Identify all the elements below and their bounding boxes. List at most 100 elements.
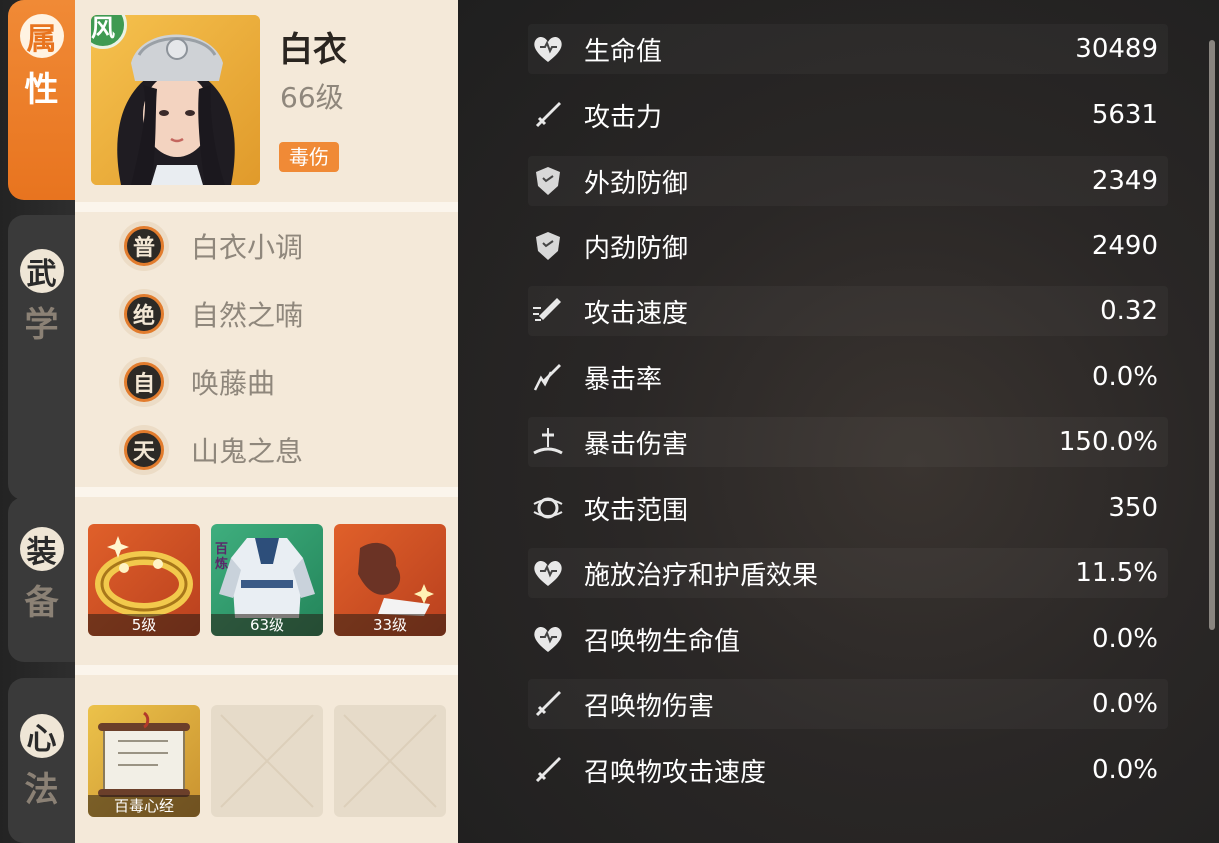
skill-name: 自然之喃 [191, 299, 304, 332]
shield-icon [528, 226, 568, 266]
skill-type-badge: 普 [119, 221, 169, 271]
tab-martial-arts-char2: 学 [24, 305, 59, 345]
stat-name: 召唤物攻击速度 [584, 757, 767, 788]
character-portrait[interactable]: 风 [91, 15, 260, 185]
skill-item[interactable]: 自 唤藤曲 [119, 356, 275, 408]
stat-name: 施放治疗和护盾效果 [584, 560, 819, 591]
damage-type-tag: 毒伤 [279, 142, 339, 172]
stat-name: 攻击速度 [584, 298, 689, 329]
sword-icon [528, 95, 568, 135]
stat-value: 2349 [1091, 166, 1158, 196]
skill-badge-label: 天 [124, 430, 164, 470]
tab-equipment-char1: 装 [19, 527, 64, 571]
stat-name: 攻击范围 [584, 495, 689, 526]
stat-row: 攻击范围 350 [528, 483, 1168, 533]
skill-badge-label: 绝 [124, 294, 164, 334]
stat-row: 暴击伤害 150.0% [528, 417, 1168, 467]
stat-name: 暴击伤害 [584, 429, 689, 460]
tab-martial-arts[interactable]: 武 学 [8, 215, 75, 500]
stat-row: 攻击速度 0.32 [528, 286, 1168, 336]
heart-icon [528, 553, 568, 593]
skill-name: 唤藤曲 [191, 367, 276, 400]
tab-mind-method-char1: 心 [19, 714, 64, 758]
sword-icon [528, 750, 568, 790]
stat-value: 11.5% [1075, 558, 1158, 588]
stat-row: 生命值 30489 [528, 24, 1168, 74]
stat-value: 30489 [1075, 34, 1158, 64]
sword-icon [528, 684, 568, 724]
skill-type-badge: 自 [119, 357, 169, 407]
stat-name: 外劲防御 [584, 168, 689, 199]
tab-mind-method-char2: 法 [24, 770, 59, 810]
skill-type-badge: 绝 [119, 289, 169, 339]
skill-item[interactable]: 普 白衣小调 [119, 220, 303, 272]
equipment-level: 63级 [211, 614, 323, 636]
skill-badge-label: 自 [124, 362, 164, 402]
stat-value: 0.0% [1091, 362, 1158, 392]
tab-equipment[interactable]: 装 备 [8, 497, 75, 662]
section-divider [75, 487, 458, 497]
stat-name: 生命值 [584, 36, 663, 67]
stat-row: 攻击力 5631 [528, 90, 1168, 140]
stats-scrollbar[interactable] [1209, 40, 1215, 630]
stat-row: 暴击率 0.0% [528, 352, 1168, 402]
tab-martial-arts-char1: 武 [19, 249, 64, 293]
stat-value: 0.0% [1091, 689, 1158, 719]
mind-method-slot-empty[interactable] [211, 705, 323, 817]
heart-icon [528, 619, 568, 659]
heart-icon [528, 29, 568, 69]
equipment-slot-armor[interactable]: 百炼 63级 [211, 524, 323, 636]
equipment-slot-bracelet[interactable]: 5级 [88, 524, 200, 636]
stat-row: 召唤物生命值 0.0% [528, 614, 1168, 664]
shield-icon [528, 161, 568, 201]
equipment-slot-boots[interactable]: 33级 [334, 524, 446, 636]
empty-slot-icon [343, 714, 437, 808]
stats-panel: 生命值 30489 攻击力 5631 外劲防御 2349 内劲防御 2490 攻… [458, 0, 1219, 843]
tab-attributes-char1: 属 [19, 14, 64, 58]
stat-row: 召唤物攻击速度 0.0% [528, 745, 1168, 795]
equipment-level: 5级 [88, 614, 200, 636]
empty-slot-icon [220, 714, 314, 808]
stat-value: 0.32 [1100, 296, 1158, 326]
crit-rate-icon [528, 357, 568, 397]
skill-type-badge: 天 [119, 425, 169, 475]
character-name: 白衣 [279, 30, 347, 70]
stat-row: 内劲防御 2490 [528, 221, 1168, 271]
category-tabs: 属 性 武 学 装 备 心 法 [0, 0, 75, 843]
equipment-side-label: 百炼 [215, 542, 229, 572]
skill-badge-label: 普 [124, 226, 164, 266]
stat-name: 暴击率 [584, 364, 663, 395]
stat-value: 0.0% [1091, 624, 1158, 654]
stat-value: 5631 [1091, 100, 1158, 130]
attack-speed-icon [528, 291, 568, 331]
stat-name: 召唤物生命值 [584, 626, 741, 657]
stat-name: 内劲防御 [584, 233, 689, 264]
stat-name: 攻击力 [584, 102, 663, 133]
mind-method-slot[interactable]: 百毒心经 [88, 705, 200, 817]
equipment-level: 33级 [334, 614, 446, 636]
tab-mind-method[interactable]: 心 法 [8, 678, 75, 843]
stat-value: 2490 [1091, 231, 1158, 261]
skill-name: 白衣小调 [191, 231, 304, 264]
stat-value: 0.0% [1091, 755, 1158, 785]
stat-name: 召唤物伤害 [584, 691, 715, 722]
tab-attributes[interactable]: 属 性 [8, 0, 75, 200]
skill-item[interactable]: 绝 自然之喃 [119, 288, 303, 340]
section-divider [75, 665, 458, 675]
character-panel: 风 白衣 66级 毒伤 普 白衣小调 绝 自然之喃 自 唤藤曲 天 山鬼之息 5… [75, 0, 458, 843]
stat-value: 350 [1108, 493, 1158, 523]
stat-row: 施放治疗和护盾效果 11.5% [528, 548, 1168, 598]
character-level: 66级 [280, 81, 344, 114]
mind-method-name: 百毒心经 [88, 795, 200, 817]
section-divider [75, 202, 458, 212]
skill-item[interactable]: 天 山鬼之息 [119, 424, 303, 476]
skill-name: 山鬼之息 [191, 435, 304, 468]
tab-equipment-char2: 备 [24, 583, 59, 623]
tab-attributes-char2: 性 [24, 70, 59, 110]
stat-row: 召唤物伤害 0.0% [528, 679, 1168, 729]
range-icon [528, 488, 568, 528]
crit-damage-icon [528, 422, 568, 462]
stat-row: 外劲防御 2349 [528, 156, 1168, 206]
stat-value: 150.0% [1058, 427, 1158, 457]
mind-method-slot-empty[interactable] [334, 705, 446, 817]
